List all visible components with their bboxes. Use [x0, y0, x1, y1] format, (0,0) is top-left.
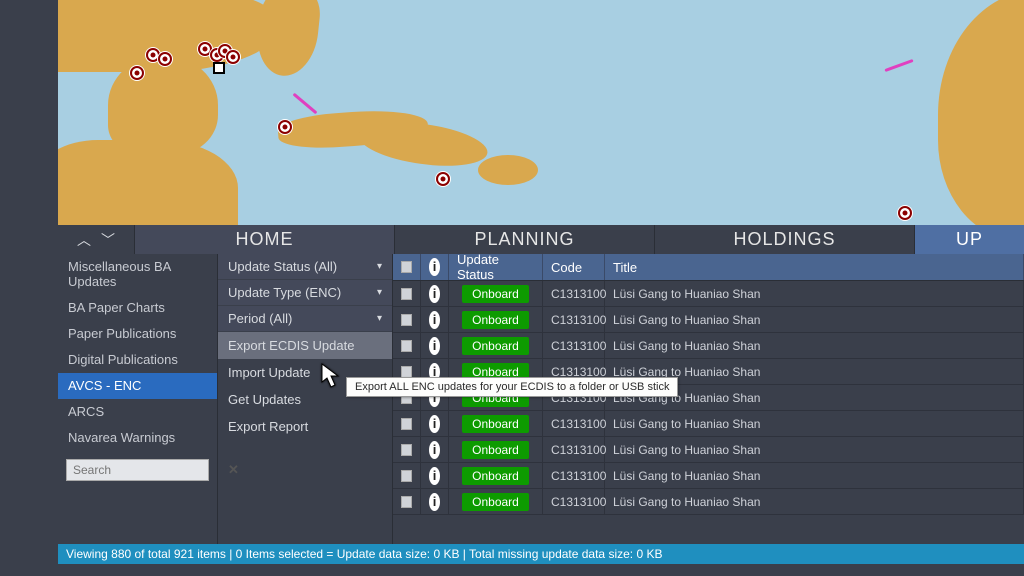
- sidebar-item[interactable]: Digital Publications: [58, 347, 217, 373]
- col-checkbox[interactable]: [393, 254, 421, 280]
- row-status: Onboard: [449, 489, 543, 514]
- tab-updates[interactable]: UP: [914, 225, 1024, 254]
- map-box-icon[interactable]: [213, 62, 225, 74]
- table-row[interactable]: i OnboardC1313100Lüsi Gang to Huaniao Sha…: [393, 463, 1024, 489]
- filter-column: Update Status (All) ▾ Update Type (ENC) …: [218, 254, 393, 544]
- filter-update-status[interactable]: Update Status (All) ▾: [218, 254, 392, 280]
- info-icon: i: [429, 441, 440, 459]
- row-status: Onboard: [449, 411, 543, 436]
- table-row[interactable]: i OnboardC1313100Lüsi Gang to Huaniao Sha…: [393, 281, 1024, 307]
- row-code: C1313100: [543, 333, 605, 358]
- row-checkbox[interactable]: [393, 437, 421, 462]
- map-marker-icon[interactable]: [226, 50, 240, 64]
- tab-home[interactable]: HOME: [134, 225, 394, 254]
- sidebar: Miscellaneous BA UpdatesBA Paper ChartsP…: [58, 254, 218, 544]
- filter-update-type[interactable]: Update Type (ENC) ▾: [218, 280, 392, 306]
- table-header: i Update Status Code Title: [393, 254, 1024, 281]
- table-row[interactable]: i OnboardC1313100Lüsi Gang to Huaniao Sha…: [393, 411, 1024, 437]
- search-input-box[interactable]: ✕: [66, 459, 209, 481]
- col-code[interactable]: Code: [543, 254, 605, 280]
- row-title: Lüsi Gang to Huaniao Shan: [605, 281, 1024, 306]
- row-code: C1313100: [543, 307, 605, 332]
- row-title: Lüsi Gang to Huaniao Shan: [605, 463, 1024, 488]
- sidebar-item[interactable]: Miscellaneous BA Updates: [58, 254, 217, 295]
- row-status: Onboard: [449, 333, 543, 358]
- row-code: C1313100: [543, 411, 605, 436]
- action-export-ecdis[interactable]: Export ECDIS Update: [218, 332, 392, 359]
- sidebar-item[interactable]: Navarea Warnings: [58, 425, 217, 451]
- left-gutter: [0, 0, 58, 576]
- row-info[interactable]: i: [421, 411, 449, 436]
- info-icon: i: [429, 415, 440, 433]
- map-marker-icon[interactable]: [898, 206, 912, 220]
- row-checkbox[interactable]: [393, 281, 421, 306]
- row-checkbox[interactable]: [393, 307, 421, 332]
- row-title: Lüsi Gang to Huaniao Shan: [605, 489, 1024, 514]
- row-checkbox[interactable]: [393, 333, 421, 358]
- info-icon: i: [429, 258, 440, 276]
- row-status: Onboard: [449, 307, 543, 332]
- info-icon: i: [429, 285, 440, 303]
- sidebar-item[interactable]: BA Paper Charts: [58, 295, 217, 321]
- table-row[interactable]: i OnboardC1313100Lüsi Gang to Huaniao Sha…: [393, 489, 1024, 515]
- map-marker-icon[interactable]: [278, 120, 292, 134]
- status-bar: Viewing 880 of total 921 items | 0 Items…: [58, 544, 1024, 564]
- row-title: Lüsi Gang to Huaniao Shan: [605, 333, 1024, 358]
- tab-holdings[interactable]: HOLDINGS: [654, 225, 914, 254]
- chevron-down-icon: ▾: [377, 313, 382, 324]
- row-code: C1313100: [543, 281, 605, 306]
- table-row[interactable]: i OnboardC1313100Lüsi Gang to Huaniao Sha…: [393, 307, 1024, 333]
- sidebar-item[interactable]: Paper Publications: [58, 321, 217, 347]
- table-row[interactable]: i OnboardC1313100Lüsi Gang to Huaniao Sha…: [393, 333, 1024, 359]
- row-info[interactable]: i: [421, 489, 449, 514]
- map-marker-icon[interactable]: [130, 66, 144, 80]
- row-info[interactable]: i: [421, 333, 449, 358]
- arrow-down-icon[interactable]: ﹀: [101, 230, 115, 250]
- search-input[interactable]: [73, 463, 228, 477]
- chevron-down-icon: ▾: [377, 261, 382, 272]
- filter-label: Period (All): [228, 311, 292, 326]
- info-icon: i: [429, 337, 440, 355]
- tab-bar: ︿ ﹀ HOME PLANNING HOLDINGS UP: [58, 225, 1024, 254]
- filter-label: Update Type (ENC): [228, 285, 341, 300]
- results-table: i Update Status Code Title iOnboardC1313…: [393, 254, 1024, 544]
- tab-arrows: ︿ ﹀: [58, 225, 134, 254]
- row-checkbox[interactable]: [393, 463, 421, 488]
- col-update-status[interactable]: Update Status: [449, 254, 543, 280]
- row-info[interactable]: i: [421, 307, 449, 332]
- map-marker-icon[interactable]: [436, 172, 450, 186]
- row-info[interactable]: i: [421, 437, 449, 462]
- col-title[interactable]: Title: [605, 254, 1024, 280]
- table-row[interactable]: i OnboardC1313100Lüsi Gang to Huaniao Sha…: [393, 437, 1024, 463]
- filter-period[interactable]: Period (All) ▾: [218, 306, 392, 332]
- row-title: Lüsi Gang to Huaniao Shan: [605, 437, 1024, 462]
- row-code: C1313100: [543, 463, 605, 488]
- map-pane[interactable]: [58, 0, 1024, 225]
- row-title: Lüsi Gang to Huaniao Shan: [605, 411, 1024, 436]
- map-marker-icon[interactable]: [158, 52, 172, 66]
- row-checkbox[interactable]: [393, 411, 421, 436]
- sidebar-item[interactable]: ARCS: [58, 399, 217, 425]
- row-info[interactable]: i: [421, 281, 449, 306]
- filter-label: Update Status (All): [228, 259, 337, 274]
- info-icon: i: [429, 467, 440, 485]
- row-status: Onboard: [449, 437, 543, 462]
- tooltip: Export ALL ENC updates for your ECDIS to…: [346, 377, 678, 397]
- row-title: Lüsi Gang to Huaniao Shan: [605, 307, 1024, 332]
- row-status: Onboard: [449, 281, 543, 306]
- info-icon: i: [429, 311, 440, 329]
- row-status: Onboard: [449, 463, 543, 488]
- info-icon: i: [429, 493, 440, 511]
- chevron-down-icon: ▾: [377, 287, 382, 298]
- tab-planning[interactable]: PLANNING: [394, 225, 654, 254]
- sidebar-item[interactable]: AVCS - ENC: [58, 373, 217, 399]
- action-export-report[interactable]: Export Report: [218, 413, 392, 440]
- row-checkbox[interactable]: [393, 489, 421, 514]
- row-info[interactable]: i: [421, 463, 449, 488]
- arrow-up-icon[interactable]: ︿: [77, 230, 91, 250]
- row-code: C1313100: [543, 437, 605, 462]
- row-code: C1313100: [543, 489, 605, 514]
- col-info: i: [421, 254, 449, 280]
